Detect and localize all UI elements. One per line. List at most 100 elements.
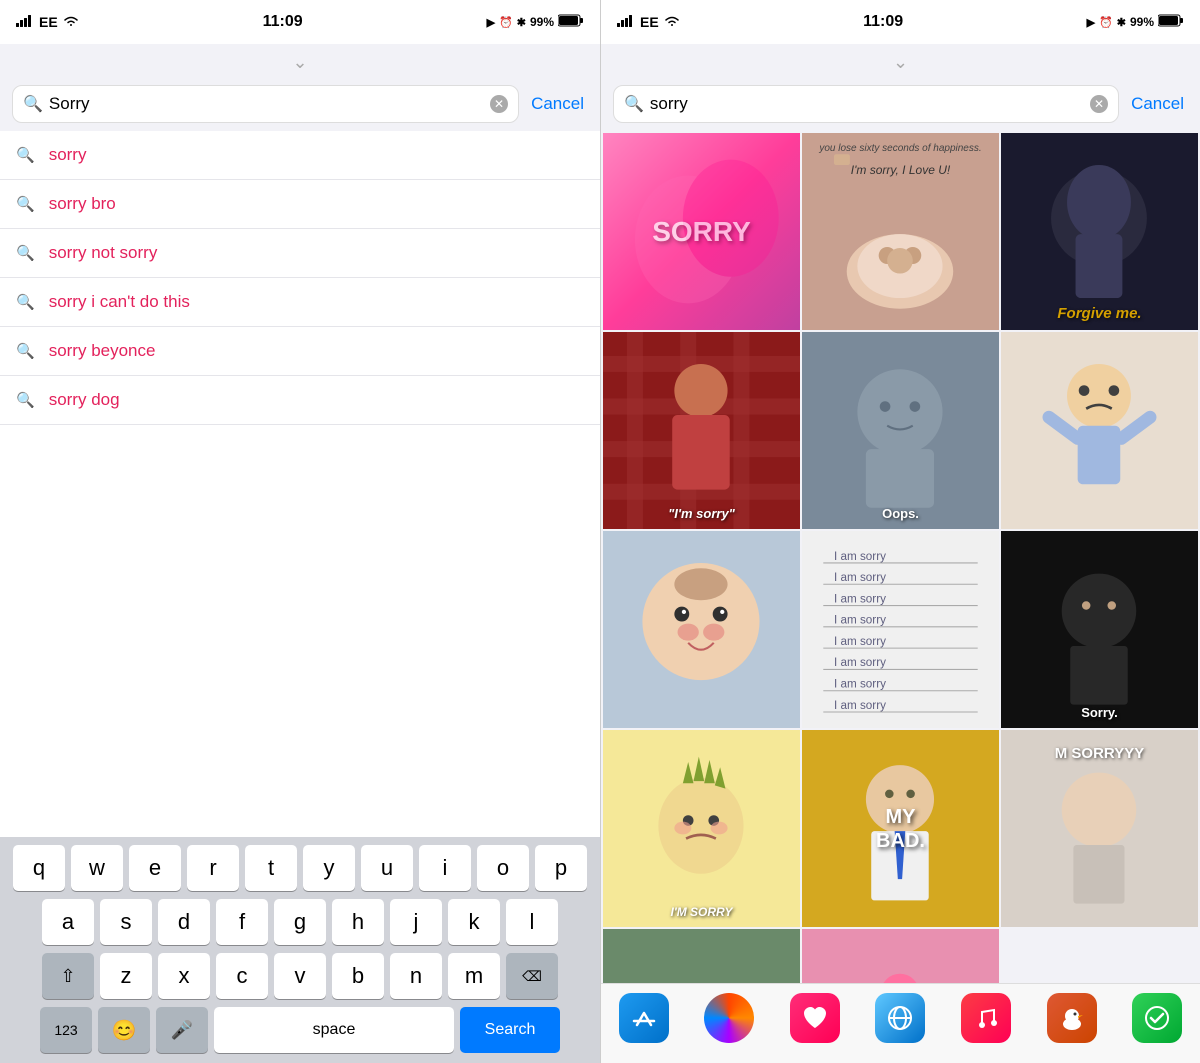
key-m[interactable]: m: [448, 953, 500, 999]
key-s[interactable]: s: [100, 899, 152, 945]
key-p[interactable]: p: [535, 845, 587, 891]
cancel-button-right[interactable]: Cancel: [1127, 94, 1188, 114]
list-item[interactable]: 🔍 sorry not sorry: [0, 229, 600, 278]
tab-bar: [601, 983, 1200, 1063]
cancel-button-left[interactable]: Cancel: [527, 94, 588, 114]
gif-item[interactable]: [802, 929, 999, 983]
key-numbers[interactable]: 123: [40, 1007, 92, 1053]
key-f[interactable]: f: [216, 899, 268, 945]
clear-button-right[interactable]: ✕: [1090, 95, 1108, 113]
tab-duck-icon[interactable]: [1047, 993, 1097, 1043]
gif-item[interactable]: SORRY: [603, 133, 800, 330]
carrier-left: EE: [39, 14, 58, 30]
suggestion-list: 🔍 sorry 🔍 sorry bro 🔍 sorry not sorry 🔍 …: [0, 131, 600, 837]
search-icon-right: 🔍: [624, 94, 644, 114]
search-input-left[interactable]: [49, 94, 484, 114]
status-left: EE: [16, 14, 79, 30]
key-space[interactable]: space: [214, 1007, 454, 1053]
key-c[interactable]: c: [216, 953, 268, 999]
search-icon-left: 🔍: [23, 94, 43, 114]
svg-text:I am sorry: I am sorry: [834, 571, 886, 584]
key-g[interactable]: g: [274, 899, 326, 945]
key-mic[interactable]: 🎤: [156, 1007, 208, 1053]
suggestion-text-s4: sorry i can't do this: [49, 292, 190, 312]
search-bar-left[interactable]: 🔍 ✕ Cancel: [0, 77, 600, 131]
list-item[interactable]: 🔍 sorry i can't do this: [0, 278, 600, 327]
right-panel: EE 11:09 ▶ ⏰ ✱ 99%: [601, 0, 1200, 1063]
key-e[interactable]: e: [129, 845, 181, 891]
search-bar-right[interactable]: 🔍 ✕ Cancel: [601, 77, 1200, 131]
list-item[interactable]: 🔍 sorry: [0, 131, 600, 180]
gif-grid-container[interactable]: SORRY you lose sixty seconds of: [601, 131, 1200, 983]
battery-pct-right: 99%: [1130, 15, 1154, 29]
gif-item[interactable]: Forgive me.: [1001, 133, 1198, 330]
key-b[interactable]: b: [332, 953, 384, 999]
key-a[interactable]: a: [42, 899, 94, 945]
tab-heart-icon[interactable]: [790, 993, 840, 1043]
key-u[interactable]: u: [361, 845, 413, 891]
key-l[interactable]: l: [506, 899, 558, 945]
status-right-left: ▶ ⏰ ✱ 99%: [487, 14, 584, 30]
key-y[interactable]: y: [303, 845, 355, 891]
search-icon-s2: 🔍: [16, 195, 35, 213]
wifi-icon-left: [63, 14, 79, 30]
search-icon-s1: 🔍: [16, 146, 35, 164]
key-delete[interactable]: ⌫: [506, 953, 558, 999]
suggestion-text-s3: sorry not sorry: [49, 243, 158, 263]
gif-item[interactable]: M SORRYYY: [1001, 730, 1198, 927]
suggestion-text-s1: sorry: [49, 145, 87, 165]
svg-text:I am sorry: I am sorry: [834, 678, 886, 691]
key-q[interactable]: q: [13, 845, 65, 891]
gif-item[interactable]: "I'm sorry": [603, 332, 800, 529]
search-button[interactable]: Search: [460, 1007, 560, 1053]
gif-item[interactable]: Oops.: [802, 332, 999, 529]
key-z[interactable]: z: [100, 953, 152, 999]
key-h[interactable]: h: [332, 899, 384, 945]
list-item[interactable]: 🔍 sorry beyonce: [0, 327, 600, 376]
gif-item[interactable]: [1001, 332, 1198, 529]
clear-button-left[interactable]: ✕: [490, 95, 508, 113]
key-d[interactable]: d: [158, 899, 210, 945]
keyboard-row-2: a s d f g h j k l: [3, 899, 597, 945]
svg-text:I am sorry: I am sorry: [834, 635, 886, 648]
key-emoji[interactable]: 😊: [98, 1007, 150, 1053]
gif-item[interactable]: MYBAD.: [802, 730, 999, 927]
search-icon-s6: 🔍: [16, 391, 35, 409]
gif-grid: SORRY you lose sixty seconds of: [601, 131, 1200, 983]
gif-item[interactable]: you lose sixty seconds of happiness. I'm…: [802, 133, 999, 330]
search-input-right[interactable]: [650, 94, 1084, 114]
gif-text-oops: Oops.: [802, 506, 999, 521]
list-item[interactable]: 🔍 sorry bro: [0, 180, 600, 229]
key-j[interactable]: j: [390, 899, 442, 945]
key-shift[interactable]: ⇧: [42, 953, 94, 999]
key-x[interactable]: x: [158, 953, 210, 999]
gif-item[interactable]: Sorry.: [1001, 531, 1198, 728]
key-v[interactable]: v: [274, 953, 326, 999]
gif-item[interactable]: I am sorry I am sorry I am sorry I am so…: [802, 531, 999, 728]
search-icon-s4: 🔍: [16, 293, 35, 311]
suggestion-text-s5: sorry beyonce: [49, 341, 156, 361]
header-area-left: ⌄: [0, 44, 600, 77]
gif-item[interactable]: [603, 531, 800, 728]
key-n[interactable]: n: [390, 953, 442, 999]
svg-text:I am sorry: I am sorry: [834, 656, 886, 669]
tab-green-icon[interactable]: [1132, 993, 1182, 1043]
key-r[interactable]: r: [187, 845, 239, 891]
tab-globe-icon[interactable]: [875, 993, 925, 1043]
key-k[interactable]: k: [448, 899, 500, 945]
list-item[interactable]: 🔍 sorry dog: [0, 376, 600, 425]
key-w[interactable]: w: [71, 845, 123, 891]
tab-appstore-icon[interactable]: [619, 993, 669, 1043]
gif-text-im-sorry: "I'm sorry": [603, 506, 800, 521]
search-input-wrapper-left[interactable]: 🔍 ✕: [12, 85, 519, 123]
gif-item[interactable]: I'M SORRY: [603, 730, 800, 927]
tab-music-icon[interactable]: [961, 993, 1011, 1043]
tab-games-icon[interactable]: [704, 993, 754, 1043]
gif-text-forgive: Forgive me.: [1001, 305, 1198, 322]
wifi-icon-right: [664, 14, 680, 30]
key-t[interactable]: t: [245, 845, 297, 891]
search-input-wrapper-right[interactable]: 🔍 ✕: [613, 85, 1119, 123]
gif-item[interactable]: [603, 929, 800, 983]
key-o[interactable]: o: [477, 845, 529, 891]
key-i[interactable]: i: [419, 845, 471, 891]
